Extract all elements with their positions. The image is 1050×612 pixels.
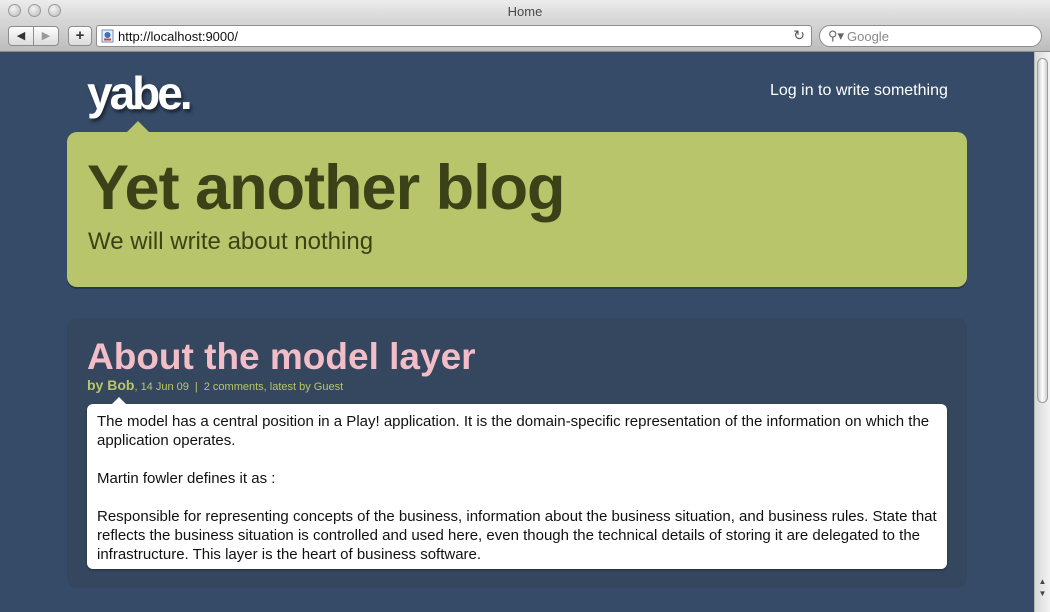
post-paragraph: The model has a central position in a Pl…: [97, 413, 930, 449]
search-input[interactable]: ⚲▾ Google: [819, 25, 1042, 47]
post-comments-count[interactable]: 2 comments: [204, 381, 264, 393]
back-button[interactable]: ◀: [8, 26, 34, 46]
search-icon: ⚲▾: [828, 28, 845, 43]
browser-toolbar: ◀ ▶ + http://localhost:9000/ ↻ ⚲▾ Google: [0, 22, 1050, 52]
post-title-link[interactable]: About the model layer: [87, 336, 476, 378]
scroll-arrows[interactable]: ▲ ▼: [1035, 576, 1050, 612]
blog-title: Yet another blog: [87, 153, 566, 223]
address-bar[interactable]: http://localhost:9000/ ↻: [96, 25, 812, 47]
post: About the model layer by Bob, 14 Jun 09 |…: [67, 318, 967, 588]
login-link[interactable]: Log in to write something: [770, 82, 948, 100]
blog-description: We will write about nothing: [88, 228, 374, 255]
reload-icon[interactable]: ↻: [793, 27, 805, 44]
header-pointer: [127, 121, 149, 132]
post-latest-commenter: , latest by Guest: [263, 381, 344, 393]
post-metadata: by Bob, 14 Jun 09 | 2 comments, latest by …: [87, 377, 343, 393]
scrollbar-thumb[interactable]: [1037, 58, 1048, 403]
search-placeholder: Google: [847, 29, 889, 44]
url-text: http://localhost:9000/: [118, 29, 238, 44]
plus-icon: +: [75, 27, 85, 44]
forward-button[interactable]: ▶: [33, 26, 59, 46]
post-paragraph: Responsible for representing concepts of…: [97, 508, 937, 563]
add-bookmark-button[interactable]: +: [68, 26, 92, 46]
site-logo[interactable]: yabe.: [87, 66, 193, 120]
site-favicon-icon: [101, 29, 114, 43]
back-arrow-icon: ◀: [16, 30, 26, 42]
vertical-scrollbar[interactable]: ▲ ▼: [1034, 52, 1050, 612]
blog-header: Yet another blog We will write about not…: [67, 132, 967, 287]
post-paragraph: Martin fowler defines it as :: [97, 470, 276, 487]
window-titlebar: Home: [0, 0, 1050, 22]
window-title: Home: [507, 4, 543, 19]
scroll-up-icon[interactable]: ▲: [1035, 576, 1050, 588]
meta-separator: |: [194, 381, 198, 393]
post-author: by Bob: [87, 377, 135, 393]
scroll-down-icon[interactable]: ▼: [1035, 588, 1050, 600]
forward-arrow-icon: ▶: [41, 30, 51, 42]
post-content: The model has a central position in a Pl…: [87, 404, 947, 569]
post-date: , 14 Jun 09: [134, 381, 189, 393]
